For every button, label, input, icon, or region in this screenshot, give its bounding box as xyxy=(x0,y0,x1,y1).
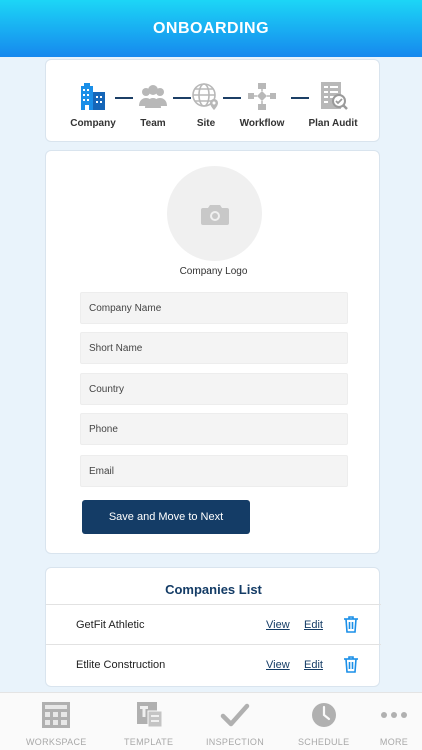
audit-icon xyxy=(321,82,348,110)
onboarding-steps: Company Team Site Workflow Plan Audit xyxy=(45,59,380,142)
email-input[interactable] xyxy=(80,455,348,487)
template-icon xyxy=(136,702,163,728)
view-link[interactable]: View xyxy=(266,619,290,631)
bottom-nav: WORKSPACE TEMPLATE INSPECTION SCHEDULE M… xyxy=(0,692,422,750)
step-label: Team xyxy=(140,118,166,129)
view-link[interactable]: View xyxy=(266,659,290,671)
company-logo-upload[interactable] xyxy=(167,166,262,261)
step-label: Site xyxy=(196,118,216,129)
page-title: ONBOARDING xyxy=(152,19,270,37)
step-team[interactable]: Team xyxy=(123,80,183,129)
edit-link[interactable]: Edit xyxy=(304,619,323,631)
globe-pin-icon xyxy=(192,83,218,110)
company-name-input[interactable] xyxy=(80,292,348,324)
step-label: Company xyxy=(70,118,116,129)
trash-icon[interactable] xyxy=(343,655,359,673)
workspace-icon xyxy=(42,702,71,728)
list-item: GetFit Athletic View Edit xyxy=(46,604,381,645)
nav-label: WORKSPACE xyxy=(26,737,87,747)
logo-caption: Company Logo xyxy=(179,266,248,277)
short-name-input[interactable] xyxy=(80,332,348,364)
companies-list: Companies List GetFit Athletic View Edit… xyxy=(45,567,381,687)
company-form: Company Logo Save and Move to Next xyxy=(45,150,380,554)
checkmark-icon xyxy=(220,703,250,727)
nav-label: TEMPLATE xyxy=(124,737,174,747)
phone-input[interactable] xyxy=(80,413,348,445)
edit-link[interactable]: Edit xyxy=(304,659,323,671)
app-header: ONBOARDING xyxy=(0,0,422,57)
nav-workspace[interactable]: WORKSPACE xyxy=(26,701,87,747)
trash-icon[interactable] xyxy=(343,615,359,633)
team-icon xyxy=(139,85,167,108)
step-company[interactable]: Company xyxy=(63,80,123,129)
step-label: Workflow xyxy=(239,118,285,129)
nav-template[interactable]: TEMPLATE xyxy=(124,701,173,747)
workflow-icon xyxy=(248,83,276,110)
step-plan-audit[interactable]: Plan Audit xyxy=(303,80,363,129)
companies-list-title: Companies List xyxy=(165,582,262,597)
clock-icon xyxy=(311,703,336,727)
nav-schedule[interactable]: SCHEDULE xyxy=(298,701,349,747)
nav-more[interactable]: MORE xyxy=(379,701,409,747)
step-label: Plan Audit xyxy=(308,118,358,129)
nav-label: SCHEDULE xyxy=(298,737,350,747)
step-workflow[interactable]: Workflow xyxy=(232,80,292,129)
nav-label: MORE xyxy=(379,737,409,747)
nav-label: INSPECTION xyxy=(206,737,265,747)
company-name: Etlite Construction xyxy=(76,659,166,671)
nav-inspection[interactable]: INSPECTION xyxy=(206,701,264,747)
step-site[interactable]: Site xyxy=(176,80,236,129)
list-item: Etlite Construction View Edit xyxy=(46,644,381,685)
more-dots-icon xyxy=(381,712,407,718)
save-and-next-button[interactable]: Save and Move to Next xyxy=(82,500,250,534)
country-input[interactable] xyxy=(80,373,348,405)
camera-icon xyxy=(200,204,229,225)
building-icon xyxy=(81,83,105,110)
company-name: GetFit Athletic xyxy=(76,619,145,631)
